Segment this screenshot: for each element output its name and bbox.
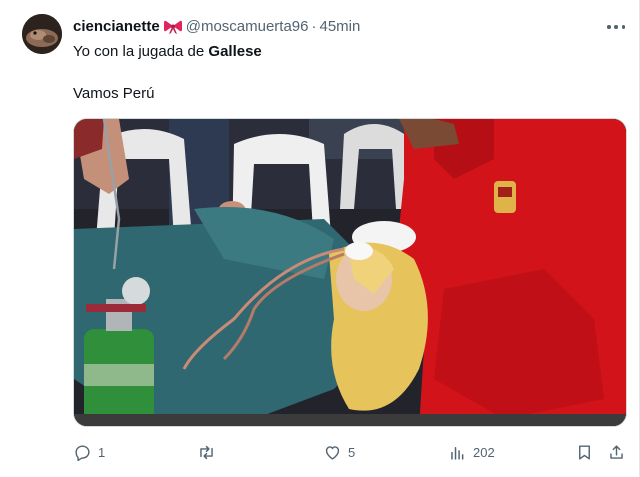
like-button[interactable]: 5: [323, 440, 355, 464]
reply-button[interactable]: 1: [73, 440, 105, 464]
share-icon: [610, 444, 623, 459]
bow-icon: [163, 20, 182, 34]
user-handle[interactable]: @moscamuerta96: [186, 17, 309, 37]
tweet-card[interactable]: ciencianette @moscamuerta96 · 45min Yo c…: [0, 0, 640, 477]
tweet-text-prefix: Yo con la jugada de: [73, 43, 209, 60]
tweet-text-bold: Gallese: [208, 43, 262, 60]
timestamp[interactable]: 45min: [320, 17, 361, 37]
tweet-text-line2: Vamos Perú: [73, 85, 155, 102]
retweet-icon: [200, 445, 213, 459]
tweet-header: ciencianette @moscamuerta96 · 45min: [73, 17, 360, 37]
avatar[interactable]: [22, 14, 62, 54]
more-icon[interactable]: [607, 18, 625, 36]
like-icon: [325, 445, 340, 460]
tweet-text: Yo con la jugada de Gallese Vamos Perú: [73, 42, 613, 104]
views-count: 202: [473, 444, 495, 460]
display-name[interactable]: ciencianette: [73, 17, 160, 37]
tweet-media-photo[interactable]: [73, 118, 627, 427]
tweet-actions: 1 5 202: [73, 440, 627, 464]
reply-icon: [75, 444, 90, 461]
reply-count: 1: [98, 444, 106, 460]
retweet-button[interactable]: [197, 440, 222, 464]
bookmark-button[interactable]: [575, 440, 594, 464]
views-icon: [451, 446, 464, 460]
like-count: 5: [348, 444, 356, 460]
bookmark-icon: [579, 444, 590, 460]
share-button[interactable]: [607, 440, 626, 464]
separator-dot: ·: [311, 18, 317, 35]
views-button[interactable]: 202: [448, 440, 495, 464]
